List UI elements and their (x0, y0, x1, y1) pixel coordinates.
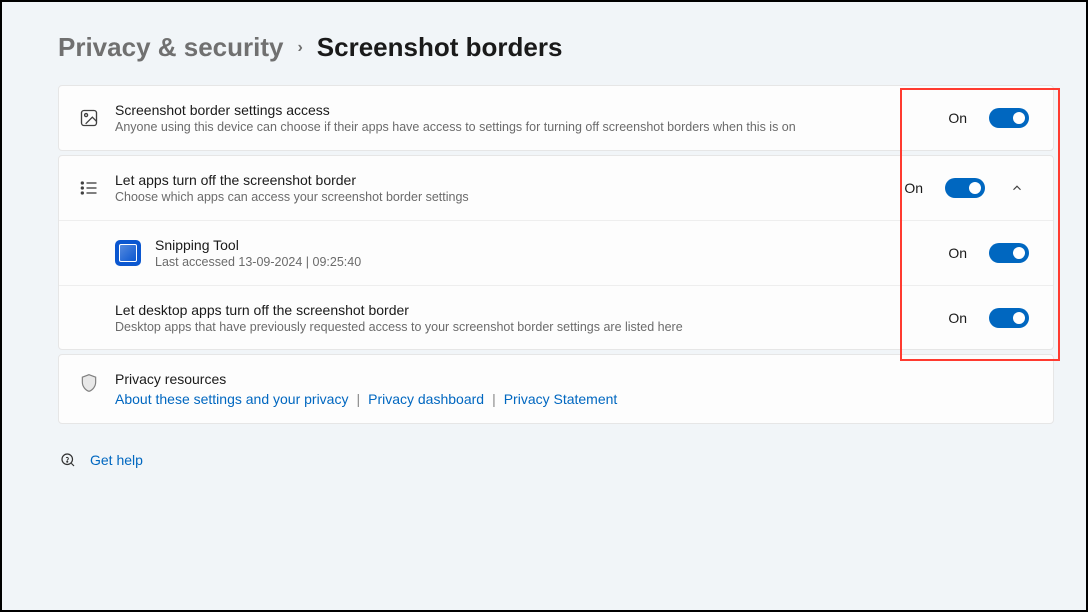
privacy-heading: Privacy resources (115, 371, 617, 387)
list-icon (77, 176, 101, 200)
chevron-right-icon: › (297, 39, 302, 57)
breadcrumb: Privacy & security › Screenshot borders (58, 32, 1054, 63)
toggle-status: On (948, 245, 967, 261)
setting-row-desktop-apps: Let desktop apps turn off the screenshot… (59, 285, 1053, 349)
setting-title: Let desktop apps turn off the screenshot… (115, 302, 934, 318)
toggle-apps[interactable] (945, 178, 985, 198)
setting-title: Let apps turn off the screenshot border (115, 172, 890, 188)
link-privacy-statement[interactable]: Privacy Statement (504, 391, 618, 407)
separator: | (492, 391, 496, 407)
separator: | (356, 391, 360, 407)
toggle-status: On (948, 110, 967, 126)
setting-card-apps: Let apps turn off the screenshot border … (58, 155, 1054, 350)
app-row-snipping-tool: Snipping Tool Last accessed 13-09-2024 |… (59, 221, 1053, 285)
toggle-snipping-tool[interactable] (989, 243, 1029, 263)
breadcrumb-current: Screenshot borders (317, 32, 563, 63)
link-privacy-dashboard[interactable]: Privacy dashboard (368, 391, 484, 407)
link-about-settings[interactable]: About these settings and your privacy (115, 391, 348, 407)
image-icon (77, 106, 101, 130)
toggle-status: On (904, 180, 923, 196)
toggle-status: On (948, 310, 967, 326)
app-title: Snipping Tool (155, 237, 934, 253)
chevron-up-icon[interactable] (1005, 176, 1029, 200)
snipping-tool-icon (115, 240, 141, 266)
setting-subtitle: Anyone using this device can choose if t… (115, 120, 934, 134)
shield-icon (77, 371, 101, 395)
toggle-desktop-apps[interactable] (989, 308, 1029, 328)
toggle-access[interactable] (989, 108, 1029, 128)
setting-subtitle: Choose which apps can access your screen… (115, 190, 890, 204)
setting-subtitle: Desktop apps that have previously reques… (115, 320, 934, 334)
get-help-link[interactable]: Get help (90, 452, 143, 468)
help-icon (58, 450, 78, 470)
app-subtitle: Last accessed 13-09-2024 | 09:25:40 (155, 255, 934, 269)
setting-card-access: Screenshot border settings access Anyone… (58, 85, 1054, 151)
breadcrumb-prev[interactable]: Privacy & security (58, 32, 283, 63)
setting-title: Screenshot border settings access (115, 102, 934, 118)
privacy-resources-card: Privacy resources About these settings a… (58, 354, 1054, 424)
get-help-row: Get help (58, 450, 1054, 470)
